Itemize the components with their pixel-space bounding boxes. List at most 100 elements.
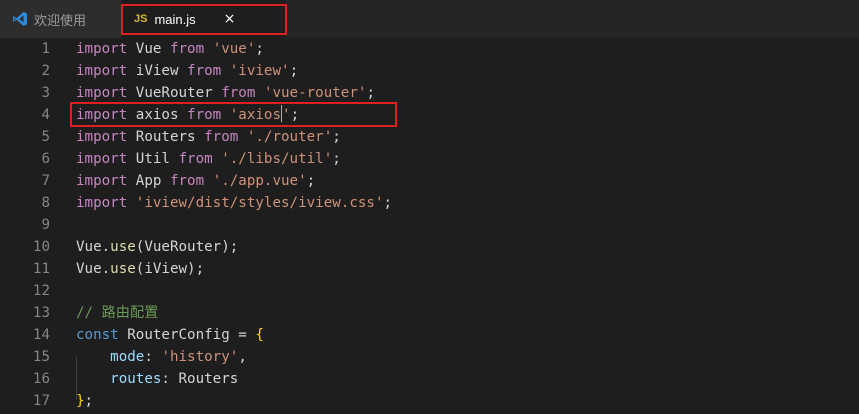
code-line[interactable]: 10 Vue.use(VueRouter);: [0, 236, 859, 258]
code-token: use: [110, 239, 136, 255]
code-text: import Util from './libs/util';: [76, 148, 341, 170]
code-token: mode: [110, 349, 145, 365]
code-token: from: [178, 151, 213, 167]
code-line[interactable]: 6 import Util from './libs/util';: [0, 148, 859, 170]
code-editor[interactable]: 1 import Vue from 'vue'; 2 import iView fro…: [0, 38, 859, 414]
code-line[interactable]: 17};: [0, 390, 859, 412]
code-token: // 路由配置: [76, 305, 159, 321]
code-token: from: [221, 85, 256, 101]
code-text: const RouterConfig = {: [76, 324, 264, 346]
code-line[interactable]: 7 import App from './app.vue';: [0, 170, 859, 192]
code-token: :: [144, 349, 162, 365]
code-line[interactable]: 4 import axios from 'axios';: [0, 104, 859, 126]
code-token: import: [76, 41, 128, 57]
code-text: import VueRouter from 'vue-router';: [76, 82, 375, 104]
code-token: routes: [110, 371, 162, 387]
code-line[interactable]: 2 import iView from 'iview';: [0, 60, 859, 82]
code-token: iView: [127, 63, 188, 79]
code-token: 'iview/dist/styles/iview.css': [135, 195, 384, 211]
code-line[interactable]: 12: [0, 280, 859, 302]
line-number: 6: [41, 151, 50, 167]
code-text: routes: Routers: [76, 368, 238, 390]
line-number: 7: [41, 173, 50, 189]
code-text: };: [76, 390, 93, 412]
editor-tab-bar: 欢迎使用 JS main.js ×: [0, 0, 859, 39]
code-token: from: [187, 107, 222, 123]
code-line[interactable]: 8 import 'iview/dist/styles/iview.css';: [0, 192, 859, 214]
code-token: from: [204, 129, 239, 145]
code-token: RouterConfig =: [118, 327, 256, 343]
code-token: './router': [246, 129, 333, 145]
code-token: import: [76, 129, 128, 145]
line-number: 9: [41, 217, 50, 233]
tab-main-js[interactable]: JS main.js ×: [121, 0, 286, 38]
code-token: }: [76, 393, 85, 409]
line-number: 17: [32, 393, 50, 409]
code-text: // 路由配置: [76, 302, 158, 324]
code-text: import Vue from 'vue';: [76, 38, 264, 60]
code-line[interactable]: 11 Vue.use(iView);: [0, 258, 859, 280]
code-token: Util: [127, 151, 179, 167]
tab-welcome-label: 欢迎使用: [34, 12, 87, 28]
line-number: 13: [32, 305, 50, 321]
code-line[interactable]: 16 routes: Routers: [0, 368, 859, 390]
code-token: './app.vue': [212, 173, 307, 189]
code-token: (iView);: [135, 261, 205, 277]
code-token: from: [187, 63, 222, 79]
code-token: const: [76, 327, 119, 343]
code-text: import 'iview/dist/styles/iview.css';: [76, 192, 392, 214]
line-number: 11: [32, 261, 50, 277]
code-token: VueRouter: [127, 85, 222, 101]
code-token: import: [76, 107, 128, 123]
line-number: 3: [41, 85, 50, 101]
code-token: Vue: [127, 41, 170, 57]
code-line[interactable]: 14 const RouterConfig = {: [0, 324, 859, 346]
tab-welcome[interactable]: 欢迎使用: [0, 0, 121, 38]
code-line[interactable]: 15 mode: 'history',: [0, 346, 859, 368]
code-text: import axios from 'axios';: [76, 104, 299, 126]
code-token: ,: [238, 349, 247, 365]
tab-main-js-label: main.js: [154, 11, 196, 27]
code-text: import Routers from './router';: [76, 126, 341, 148]
code-text: mode: 'history',: [76, 346, 247, 368]
code-line[interactable]: 5 import Routers from './router';: [0, 126, 859, 148]
code-token: from: [169, 173, 205, 189]
code-token: ;: [383, 195, 393, 211]
code-token: ;: [366, 85, 375, 101]
code-token: 'iview': [229, 63, 290, 79]
code-token: 'vue-router': [263, 85, 367, 101]
js-file-icon: JS: [134, 13, 148, 25]
code-token: ;: [306, 173, 316, 189]
code-token: Vue.: [76, 239, 111, 255]
code-line[interactable]: 1 import Vue from 'vue';: [0, 38, 859, 60]
code-token: 'history': [161, 349, 239, 365]
close-icon[interactable]: ×: [224, 11, 236, 27]
line-number: 10: [32, 239, 50, 255]
line-number: 8: [41, 195, 50, 211]
code-line[interactable]: 13 // 路由配置: [0, 302, 859, 324]
code-text: import iView from 'iview';: [76, 60, 298, 82]
code-token: Vue.: [76, 261, 111, 277]
code-text: Vue.use(iView);: [76, 258, 204, 280]
code-token: {: [255, 327, 264, 343]
code-token: from: [169, 41, 205, 57]
vscode-icon: [13, 12, 27, 26]
line-number: 5: [41, 129, 50, 145]
code-line[interactable]: 3 import VueRouter from 'vue-router';: [0, 82, 859, 104]
code-token: 'vue': [212, 41, 256, 57]
code-token: import: [76, 85, 128, 101]
code-token: (VueRouter);: [135, 239, 239, 255]
line-number: 16: [32, 371, 50, 387]
code-line[interactable]: 9: [0, 214, 859, 236]
line-number: 12: [32, 283, 50, 299]
line-number: 4: [41, 107, 50, 123]
